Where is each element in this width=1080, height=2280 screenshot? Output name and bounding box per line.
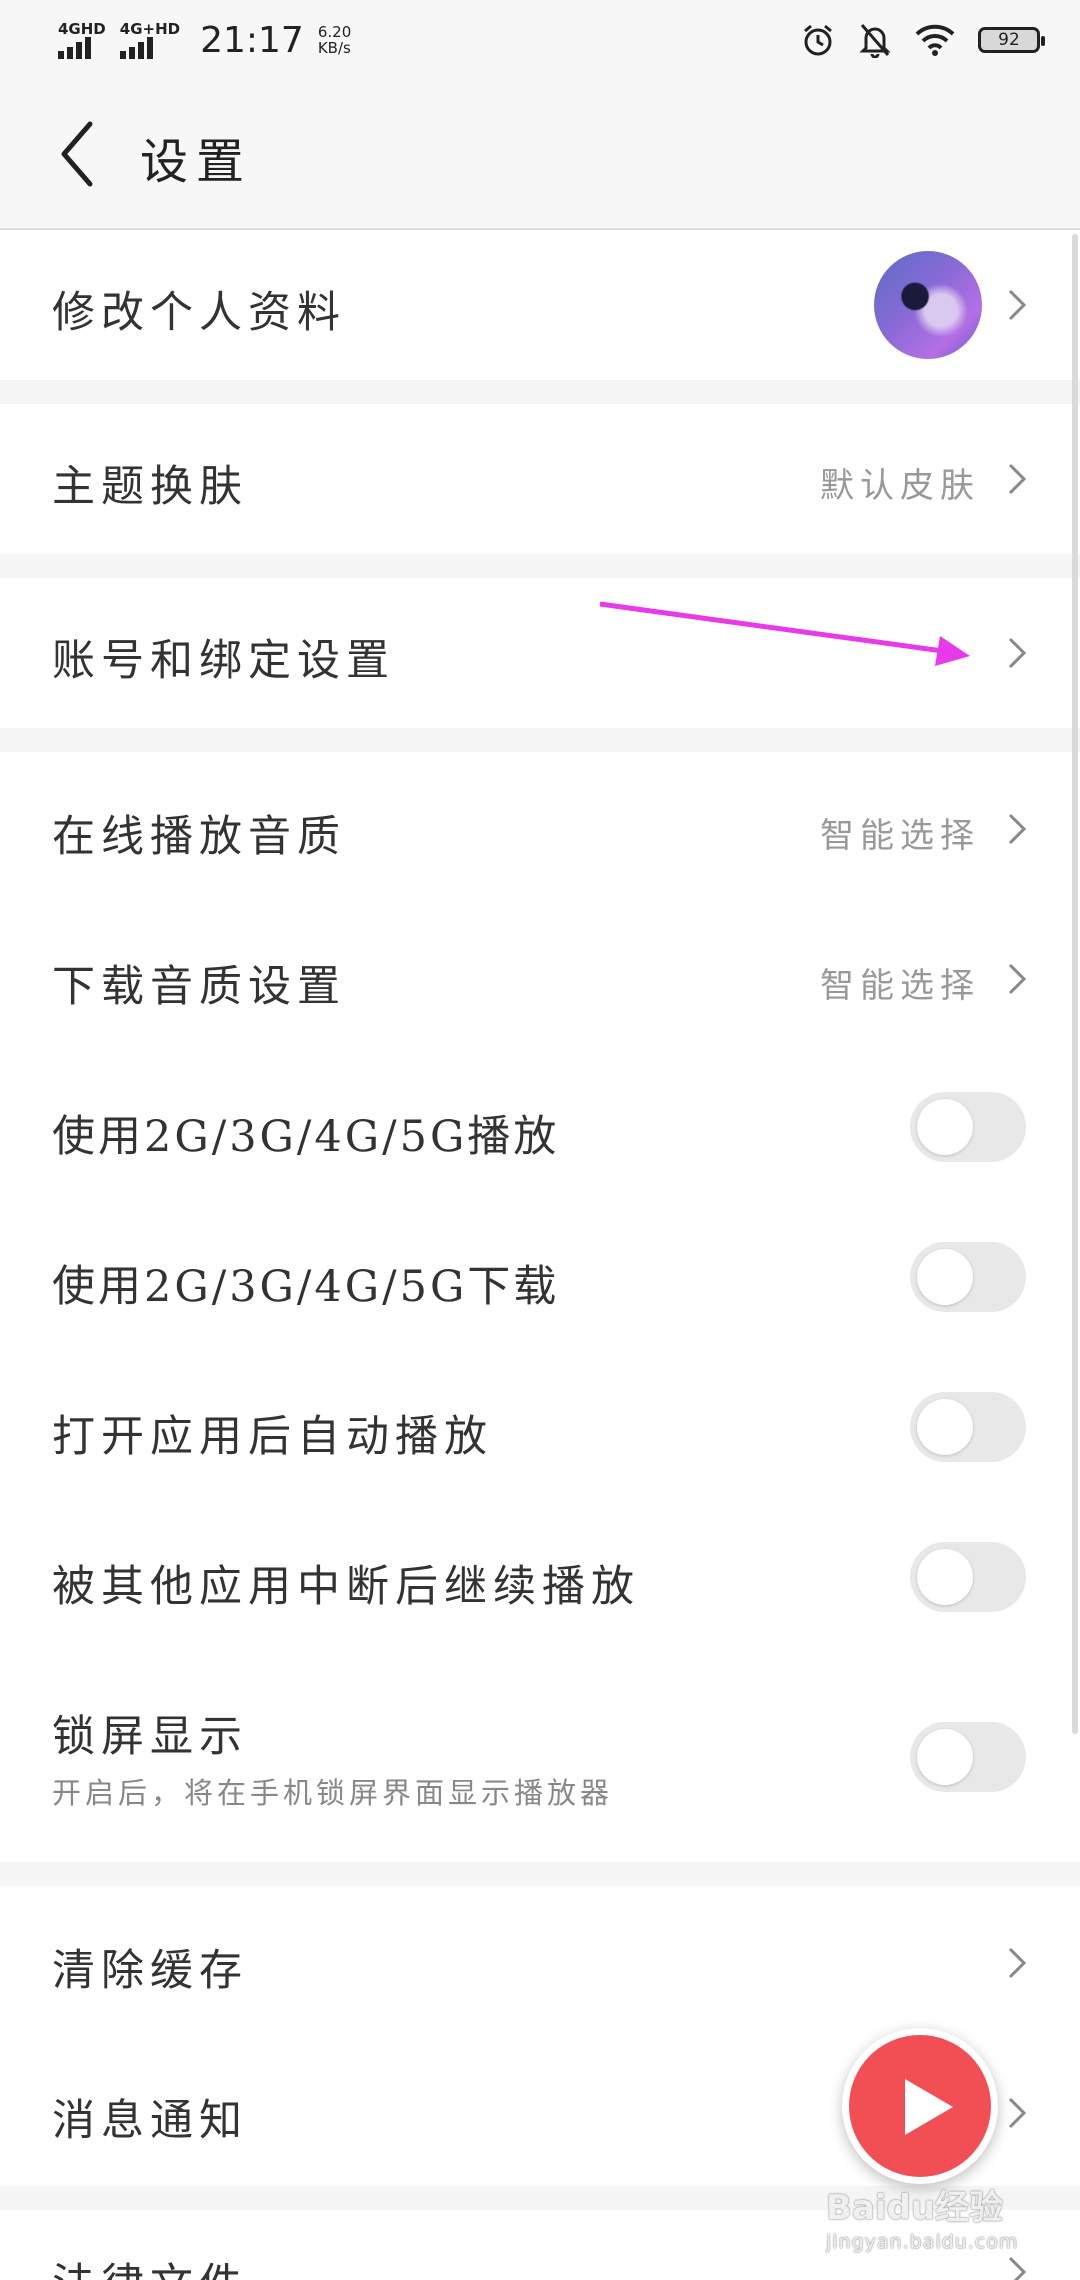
row-account-binding-label: 账号和绑定设置: [52, 636, 395, 686]
chevron-right-icon: [1008, 1947, 1027, 1979]
row-autoplay: 打开应用后自动播放: [0, 1352, 1080, 1502]
row-edit-profile-label: 修改个人资料: [52, 288, 346, 338]
row-online-quality-label: 在线播放音质: [52, 812, 346, 862]
section-theme: 主题换肤 默认皮肤: [0, 404, 1080, 554]
wifi-icon: [915, 24, 955, 56]
signal-2-label: 4G+HD: [119, 20, 181, 38]
alarm-icon: [804, 24, 832, 56]
battery-level: 92: [998, 30, 1020, 50]
row-lockscreen-sub: 开启后，将在手机锁屏界面显示播放器: [52, 1776, 614, 1810]
lockscreen-toggle[interactable]: [910, 1722, 1026, 1792]
watermark-brand: Baidu经验: [826, 2188, 1004, 2228]
row-notifications-label: 消息通知: [52, 2096, 248, 2146]
row-download-quality-value: 智能选择: [820, 966, 980, 1006]
toggle-knob: [917, 1099, 973, 1155]
row-theme-label: 主题换肤: [52, 462, 248, 512]
signal-bars-icon: [119, 37, 153, 59]
chevron-right-icon: [1008, 963, 1027, 995]
annotation-arrow-icon: [599, 601, 970, 666]
toggle-knob: [917, 1729, 973, 1785]
signal-1: 4GHD: [58, 21, 106, 59]
avatar: [874, 251, 982, 359]
toggle-knob: [917, 1399, 973, 1455]
signal-bars-icon: [58, 37, 91, 59]
play-icon: [905, 2079, 953, 2135]
mobile-download-toggle[interactable]: [910, 1242, 1026, 1312]
row-resume-play: 被其他应用中断后继续播放: [0, 1502, 1080, 1652]
row-mobile-play-label: 使用2G/3G/4G/5G播放: [52, 1112, 560, 1162]
row-theme-value: 默认皮肤: [820, 466, 980, 506]
chevron-right-icon: [1008, 2097, 1027, 2129]
row-lockscreen-label: 锁屏显示: [52, 1712, 248, 1762]
watermark-url: jingyan.baidu.com: [826, 2231, 1019, 2253]
row-edit-profile[interactable]: 修改个人资料: [0, 230, 1080, 380]
toggle-knob: [917, 1249, 973, 1305]
network-speed: 6.20 KB/s: [318, 24, 351, 56]
battery-icon: 92: [978, 27, 1045, 53]
toggle-knob: [917, 1549, 973, 1605]
chevron-right-icon: [1008, 813, 1027, 845]
row-autoplay-label: 打开应用后自动播放: [52, 1412, 493, 1462]
row-legal-label: 法律文件: [52, 2250, 248, 2280]
section-profile: 修改个人资料: [0, 230, 1080, 380]
network-speed-value: 6.20: [317, 23, 352, 41]
row-mobile-download-label: 使用2G/3G/4G/5G下载: [52, 1262, 560, 1312]
clock: 21:17: [200, 19, 304, 61]
chevron-right-icon: [1008, 637, 1027, 669]
row-lockscreen: 锁屏显示 开启后，将在手机锁屏界面显示播放器: [0, 1652, 1080, 1862]
app-header: 设置: [0, 80, 1080, 230]
row-download-quality-label: 下载音质设置: [52, 962, 346, 1012]
signal-2: 4G+HD: [119, 20, 181, 59]
scrollbar[interactable]: [1072, 234, 1078, 1734]
signal-1-label: 4GHD: [58, 20, 106, 38]
row-clear-cache-label: 清除缓存: [52, 1946, 248, 1996]
play-fab-button[interactable]: [842, 2028, 998, 2184]
chevron-right-icon: [1008, 463, 1027, 495]
chevron-right-icon: [1008, 2256, 1027, 2280]
page-title: 设置: [140, 134, 253, 190]
back-arrow-icon[interactable]: [50, 118, 110, 190]
status-bar: 4GHD 4G+HD 21:17 6.20 KB/s 92: [0, 0, 1080, 80]
row-resume-play-label: 被其他应用中断后继续播放: [52, 1562, 640, 1612]
chevron-right-icon: [1008, 289, 1027, 321]
row-online-quality-value: 智能选择: [820, 816, 980, 856]
autoplay-toggle[interactable]: [910, 1392, 1026, 1462]
row-mobile-play: 使用2G/3G/4G/5G播放: [0, 1052, 1080, 1202]
row-mobile-download: 使用2G/3G/4G/5G下载: [0, 1202, 1080, 1352]
resume-play-toggle[interactable]: [910, 1542, 1026, 1612]
row-download-quality[interactable]: 下载音质设置 智能选择: [0, 902, 1080, 1052]
row-theme[interactable]: 主题换肤 默认皮肤: [0, 404, 1080, 554]
network-speed-unit: KB/s: [317, 39, 351, 57]
row-online-quality[interactable]: 在线播放音质 智能选择: [0, 752, 1080, 902]
mobile-play-toggle[interactable]: [910, 1092, 1026, 1162]
row-clear-cache[interactable]: 清除缓存: [0, 1886, 1080, 2036]
section-playback: 在线播放音质 智能选择 下载音质设置 智能选择 使用2G/3G/4G/5G播放 …: [0, 752, 1080, 1862]
baidu-watermark: Baidu经验 jingyan.baidu.com: [826, 2180, 1056, 2253]
mute-bell-icon: [859, 24, 891, 58]
